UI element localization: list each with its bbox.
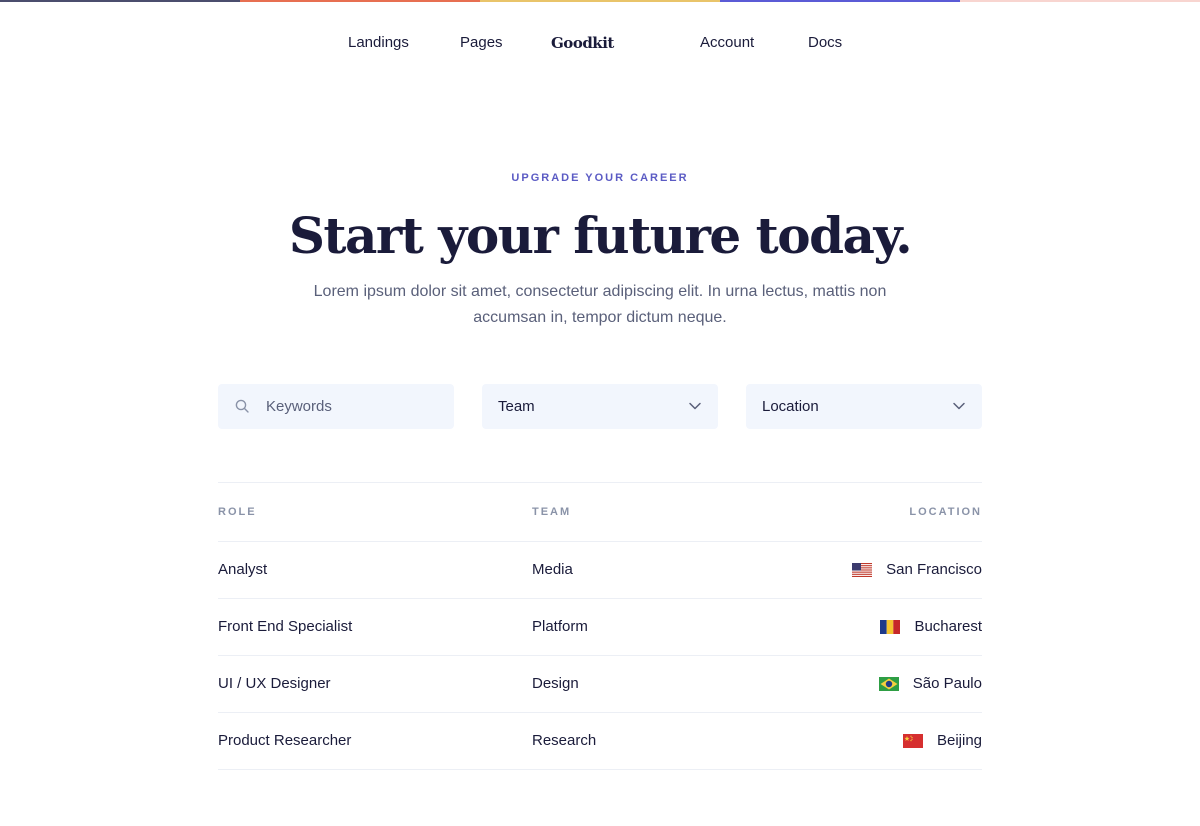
us-flag-icon [852, 563, 873, 577]
role-cell: Product Researcher [218, 732, 352, 749]
team-select-value: Team [498, 398, 535, 415]
column-header-location: LOCATION [909, 506, 982, 518]
team-cell: Platform [532, 618, 588, 635]
location-cell: Bucharest [880, 599, 982, 655]
team-select[interactable]: Team [482, 384, 718, 429]
keywords-placeholder: Keywords [266, 398, 332, 415]
search-icon [235, 399, 249, 413]
keywords-search-field[interactable]: Keywords [218, 384, 454, 429]
hero-title: Start your future today. [288, 206, 913, 265]
location-label: Beijing [936, 732, 982, 749]
cn-flag-icon [902, 734, 923, 748]
chevron-down-icon [953, 402, 965, 410]
table-header-row: ROLE TEAM LOCATION [218, 482, 982, 541]
team-cell: Design [532, 675, 579, 692]
jobs-table: ROLE TEAM LOCATION Analyst Media San Fra… [218, 482, 982, 826]
table-row[interactable]: UI / UX Designer Design São Paulo [218, 655, 982, 712]
location-label: Bucharest [914, 618, 982, 635]
logo[interactable]: Goodkit [551, 34, 614, 52]
nav-link-docs[interactable]: Docs [808, 34, 842, 52]
nav-link-pages[interactable]: Pages [460, 34, 503, 52]
chevron-down-icon [689, 402, 701, 410]
table-row[interactable]: Analyst Media San Francisco [218, 541, 982, 598]
column-header-team: TEAM [532, 506, 572, 518]
location-cell: San Francisco [852, 542, 982, 598]
role-cell: Front End Specialist [218, 618, 353, 635]
location-select-value: Location [762, 398, 819, 415]
table-row-partial [218, 769, 982, 826]
hero-subtitle: Lorem ipsum dolor sit amet, consectetur … [313, 283, 887, 326]
table-row[interactable]: Product Researcher Research Beijing [218, 712, 982, 769]
column-header-role: ROLE [218, 506, 257, 518]
location-label: San Francisco [886, 561, 982, 578]
role-cell: Analyst [218, 561, 268, 578]
location-cell: São Paulo [878, 656, 982, 712]
role-cell: UI / UX Designer [218, 675, 331, 692]
team-cell: Research [532, 732, 597, 749]
team-cell: Media [532, 561, 573, 578]
hero-eyebrow: UPGRADE YOUR CAREER [511, 172, 689, 184]
nav-link-landings[interactable]: Landings [348, 34, 409, 52]
table-row[interactable]: Front End Specialist Platform Bucharest [218, 598, 982, 655]
location-cell: Beijing [902, 713, 982, 769]
location-select[interactable]: Location [746, 384, 982, 429]
br-flag-icon [878, 677, 899, 691]
location-label: São Paulo [912, 675, 982, 692]
main-nav: Landings Pages Goodkit Account Docs [0, 0, 1200, 88]
nav-link-account[interactable]: Account [700, 34, 754, 52]
ro-flag-icon [880, 620, 901, 634]
